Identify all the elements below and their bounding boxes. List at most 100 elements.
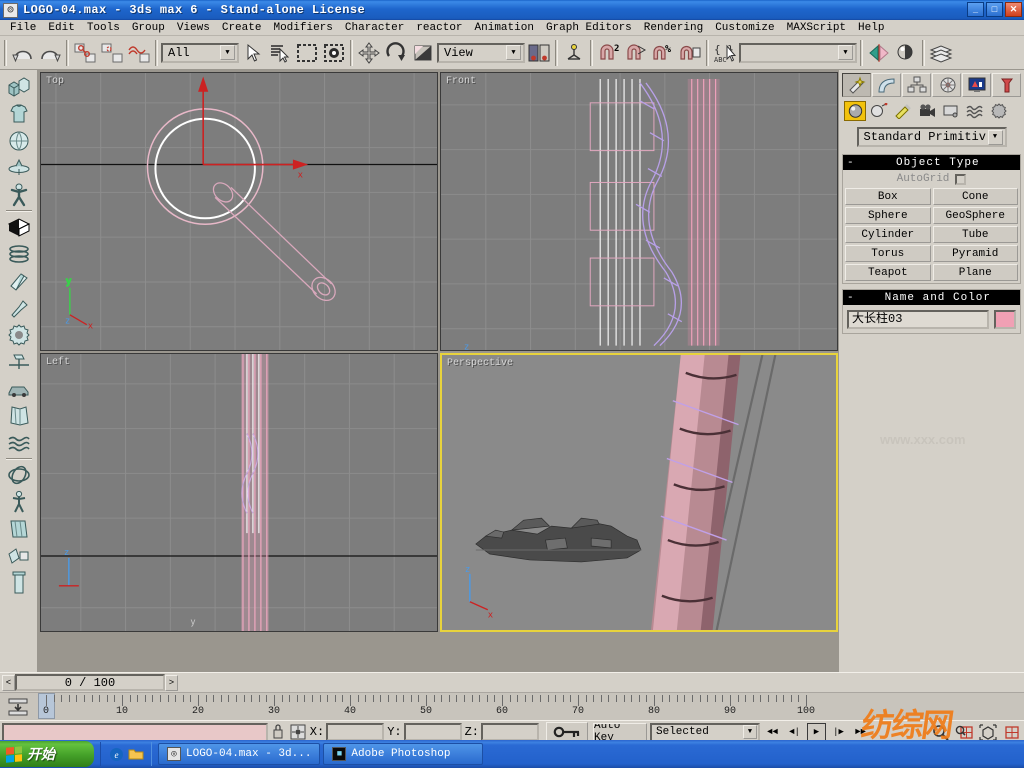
goto-end-button[interactable]: ►► [851, 723, 870, 741]
hammer-icon[interactable] [4, 294, 34, 321]
bind-space-warp-icon[interactable] [126, 39, 152, 67]
water-waves-icon[interactable] [4, 429, 34, 456]
layer-manager-icon[interactable] [928, 39, 954, 67]
close-button[interactable]: ✕ [1005, 2, 1022, 17]
cloth-icon[interactable] [4, 402, 34, 429]
gear-icon[interactable] [4, 321, 34, 348]
geometry-subtab[interactable] [844, 101, 866, 121]
rectangular-select-region-icon[interactable] [294, 39, 320, 67]
named-selection-set-dropdown[interactable]: ▼ [739, 42, 857, 63]
chevron-down-icon[interactable]: ▼ [743, 725, 757, 740]
z-input[interactable] [481, 723, 539, 742]
mirror-tool-icon[interactable] [866, 39, 892, 67]
cone-button[interactable]: Cone [932, 188, 1018, 205]
motion-tab[interactable] [932, 73, 961, 97]
hierarchy-tab[interactable] [902, 73, 931, 97]
taskbar-item-3dsmax[interactable]: ◎ LOGO-04.max - 3d... [158, 743, 321, 765]
viewport-left[interactable]: Left z y [40, 353, 438, 632]
snap-toggle-icon[interactable]: 2 [596, 39, 622, 67]
menu-maxscript[interactable]: MAXScript [781, 20, 852, 36]
unlink-selection-icon[interactable] [99, 39, 125, 67]
name-and-color-header[interactable]: - Name and Color [843, 290, 1020, 305]
select-link-icon[interactable] [72, 39, 98, 67]
use-pivot-center-icon[interactable] [526, 39, 552, 67]
menu-views[interactable]: Views [171, 20, 216, 36]
select-by-name-icon[interactable] [267, 39, 293, 67]
mirror-icon[interactable] [561, 39, 587, 67]
menu-help[interactable]: Help [852, 20, 890, 36]
lock-selection-icon[interactable] [270, 724, 286, 740]
shapes-subtab[interactable] [868, 101, 890, 121]
lights-subtab[interactable] [892, 101, 914, 121]
spinning-top-icon[interactable] [4, 154, 34, 181]
align-icon[interactable] [893, 39, 919, 67]
boxes-icon[interactable] [4, 73, 34, 100]
select-scale-icon[interactable] [410, 39, 436, 67]
cylinder-button[interactable]: Cylinder [845, 226, 931, 243]
chevron-down-icon[interactable]: ▼ [506, 45, 521, 60]
plane-button[interactable]: Plane [932, 264, 1018, 281]
menu-graph-editors[interactable]: Graph Editors [540, 20, 638, 36]
menu-file[interactable]: File [4, 20, 42, 36]
fabric-icon[interactable] [4, 515, 34, 542]
viewport-perspective[interactable]: Perspective z x [440, 353, 838, 632]
primitive-category-dropdown[interactable]: Standard Primitiv ▼ [856, 127, 1007, 147]
menu-tools[interactable]: Tools [81, 20, 126, 36]
taskbar-item-photoshop[interactable]: ■ Adobe Photoshop [323, 743, 484, 765]
viewport-top[interactable]: Top x y z x [40, 72, 438, 351]
menu-modifiers[interactable]: Modifiers [267, 20, 338, 36]
beachball-icon[interactable] [4, 127, 34, 154]
undo-icon[interactable] [10, 39, 36, 67]
biped-icon[interactable] [4, 181, 34, 208]
space-warps-subtab[interactable] [964, 101, 986, 121]
wedge-icon[interactable] [4, 267, 34, 294]
chevron-down-icon[interactable]: ▼ [987, 129, 1003, 145]
goto-start-button[interactable]: ◄◄ [763, 723, 782, 741]
object-name-input[interactable]: 大长柱03 [847, 310, 989, 329]
menu-customize[interactable]: Customize [709, 20, 780, 36]
maximize-button[interactable]: □ [986, 2, 1003, 17]
track-config-icon[interactable] [0, 693, 36, 720]
time-slider-field[interactable]: 0 / 100 [15, 674, 165, 691]
cameras-subtab[interactable] [916, 101, 938, 121]
tube-button[interactable]: Tube [932, 226, 1018, 243]
pyramid-button[interactable]: Pyramid [932, 245, 1018, 262]
next-frame-button[interactable]: |▶ [829, 723, 848, 741]
create-tab[interactable] [842, 73, 871, 97]
menu-create[interactable]: Create [216, 20, 268, 36]
reference-coordinate-dropdown[interactable]: View ▼ [437, 42, 525, 63]
display-tab[interactable] [962, 73, 991, 97]
character-icon[interactable] [4, 488, 34, 515]
autogrid-row[interactable]: AutoGrid [845, 173, 1018, 185]
modify-tab[interactable] [872, 73, 901, 97]
key-mode-dropdown[interactable]: Selected ▼ [650, 722, 760, 742]
absolute-relative-icon[interactable] [289, 724, 307, 740]
angle-snap-icon[interactable] [623, 39, 649, 67]
knot-icon[interactable] [4, 461, 34, 488]
x-input[interactable] [326, 723, 385, 742]
menu-group[interactable]: Group [126, 20, 171, 36]
play-animation-button[interactable]: ▶ [807, 723, 826, 742]
minimize-button[interactable]: _ [967, 2, 984, 17]
geosphere-button[interactable]: GeoSphere [932, 207, 1018, 224]
named-selection-sets-icon[interactable]: { } ABC [712, 39, 738, 67]
sphere-button[interactable]: Sphere [845, 207, 931, 224]
menu-edit[interactable]: Edit [42, 20, 80, 36]
folder-icon[interactable] [128, 746, 144, 762]
timeline-ruler[interactable]: 0 10 20 30 40 50 60 70 80 90 100 [36, 693, 1024, 720]
systems-subtab[interactable] [988, 101, 1010, 121]
torus-button[interactable]: Torus [845, 245, 931, 262]
menu-animation[interactable]: Animation [469, 20, 540, 36]
auto-key-button[interactable]: Auto Key [593, 722, 647, 742]
ie-icon[interactable]: e [108, 746, 124, 762]
menu-reactor[interactable]: reactor [410, 20, 468, 36]
teapot-button[interactable]: Teapot [845, 264, 931, 281]
window-controls[interactable]: _ □ ✕ [967, 2, 1022, 17]
y-input[interactable] [403, 723, 462, 742]
select-move-icon[interactable] [356, 39, 382, 67]
rollout-collapse-icon[interactable]: - [847, 157, 854, 169]
selection-filter-dropdown[interactable]: All ▼ [161, 42, 239, 63]
checker-box-icon[interactable] [4, 213, 34, 240]
rollout-collapse-icon[interactable]: - [847, 292, 854, 304]
menu-rendering[interactable]: Rendering [638, 20, 709, 36]
